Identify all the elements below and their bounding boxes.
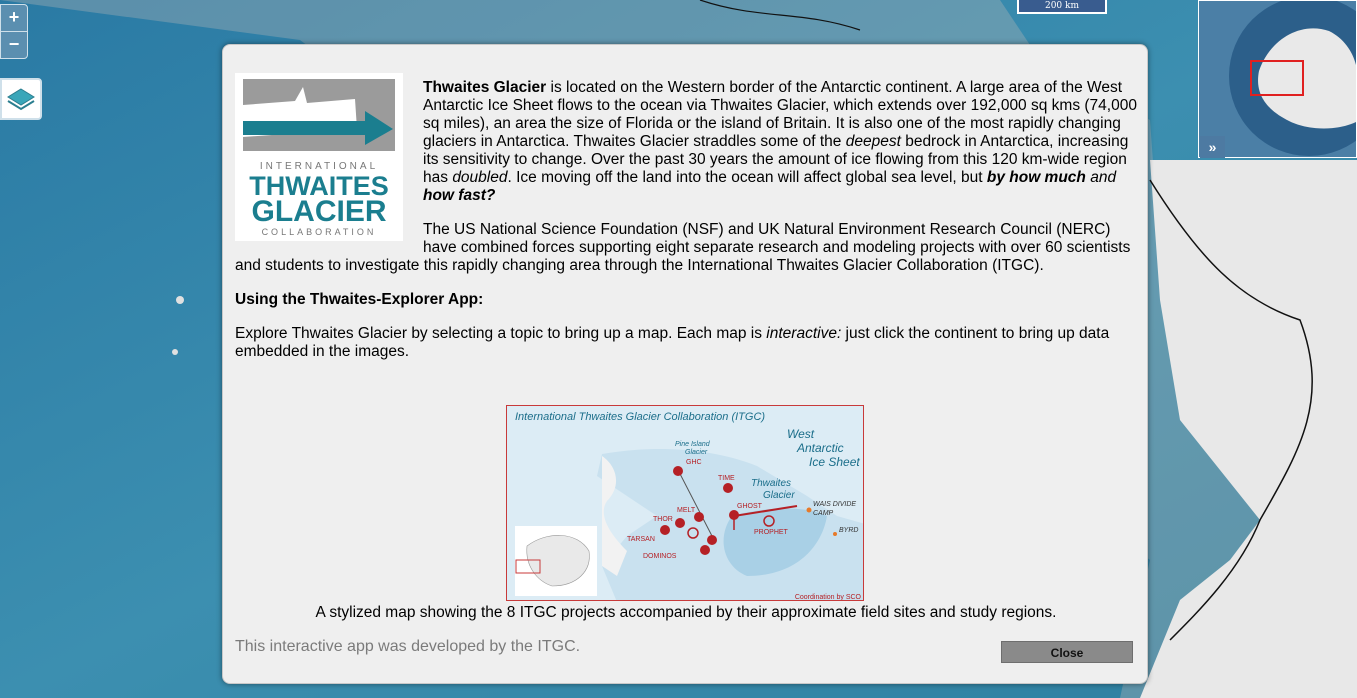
intro-em-deepest: deepest xyxy=(845,133,901,150)
intro-strong-fast: how fast? xyxy=(423,187,496,204)
project-dominos: DOMINOS xyxy=(643,553,677,560)
usage-heading: Using the Thwaites-Explorer App: xyxy=(235,291,484,308)
intro-em-doubled: doubled xyxy=(452,169,508,186)
zoom-out-button[interactable]: − xyxy=(1,32,27,58)
byrd-label: BYRD xyxy=(839,527,858,534)
intro-text-c: . Ice moving off the land into the ocean… xyxy=(507,169,987,186)
project-melt: MELT xyxy=(677,507,696,514)
region-label-1: West xyxy=(787,427,815,441)
project-prophet: PROPHET xyxy=(754,529,789,536)
figure-credit: Coordination by SCO xyxy=(795,594,862,601)
intro-bold: Thwaites Glacier xyxy=(423,79,547,96)
usage-text-a: Explore Thwaites Glacier by selecting a … xyxy=(235,325,767,342)
project-time: TIME xyxy=(718,475,735,482)
intro-and: and xyxy=(1085,169,1117,186)
about-dialog: Thwaites Glacier is located on the Weste… xyxy=(222,44,1148,684)
itgc-logo: INTERNATIONAL THWAITES GLACIER COLLABORA… xyxy=(235,73,403,241)
zoom-control: + − xyxy=(0,4,28,59)
usage-em: interactive: xyxy=(766,325,842,342)
thwaites-label-1: Thwaites xyxy=(751,478,791,489)
figure-caption: A stylized map showing the 8 ITGC projec… xyxy=(315,604,1057,621)
figure-title: International Thwaites Glacier Collabora… xyxy=(515,411,765,423)
intro-strong-much: by how much xyxy=(986,169,1086,186)
project-thor: THOR xyxy=(653,516,673,523)
overview-map[interactable] xyxy=(1198,0,1357,158)
scale-bar: 200 km xyxy=(1017,0,1107,14)
overview-globe xyxy=(1199,1,1356,157)
pine-island-label-1: Pine Island xyxy=(675,441,711,448)
usage-paragraph: Explore Thwaites Glacier by selecting a … xyxy=(235,325,1139,361)
developer-note: This interactive app was developed by th… xyxy=(235,638,581,655)
region-label-2: Antarctic xyxy=(796,441,844,455)
region-label-3: Ice Sheet xyxy=(809,455,860,469)
project-tarsan: TARSAN xyxy=(627,536,655,543)
logo-line4: COLLABORATION xyxy=(262,227,377,237)
overview-toggle-button[interactable]: » xyxy=(1200,136,1225,158)
logo-line3: GLACIER xyxy=(252,195,387,228)
project-ghost: GHOST xyxy=(737,503,763,510)
itgc-map-graphic: International Thwaites Glacier Collabora… xyxy=(507,406,863,601)
pine-island-label-2: Glacier xyxy=(685,449,708,456)
wais-label-1: WAIS DIVIDE xyxy=(813,501,856,508)
zoom-in-button[interactable]: + xyxy=(1,5,27,32)
project-ghc: GHC xyxy=(686,459,702,466)
wais-label-2: CAMP xyxy=(813,510,834,517)
glacier-logo-graphic: INTERNATIONAL THWAITES GLACIER COLLABORA… xyxy=(235,73,403,241)
itgc-map-figure: International Thwaites Glacier Collabora… xyxy=(506,405,864,601)
layers-button[interactable] xyxy=(0,78,42,120)
close-button[interactable]: Close xyxy=(1001,641,1133,663)
layers-icon xyxy=(7,88,35,111)
thwaites-label-2: Glacier xyxy=(763,490,795,501)
